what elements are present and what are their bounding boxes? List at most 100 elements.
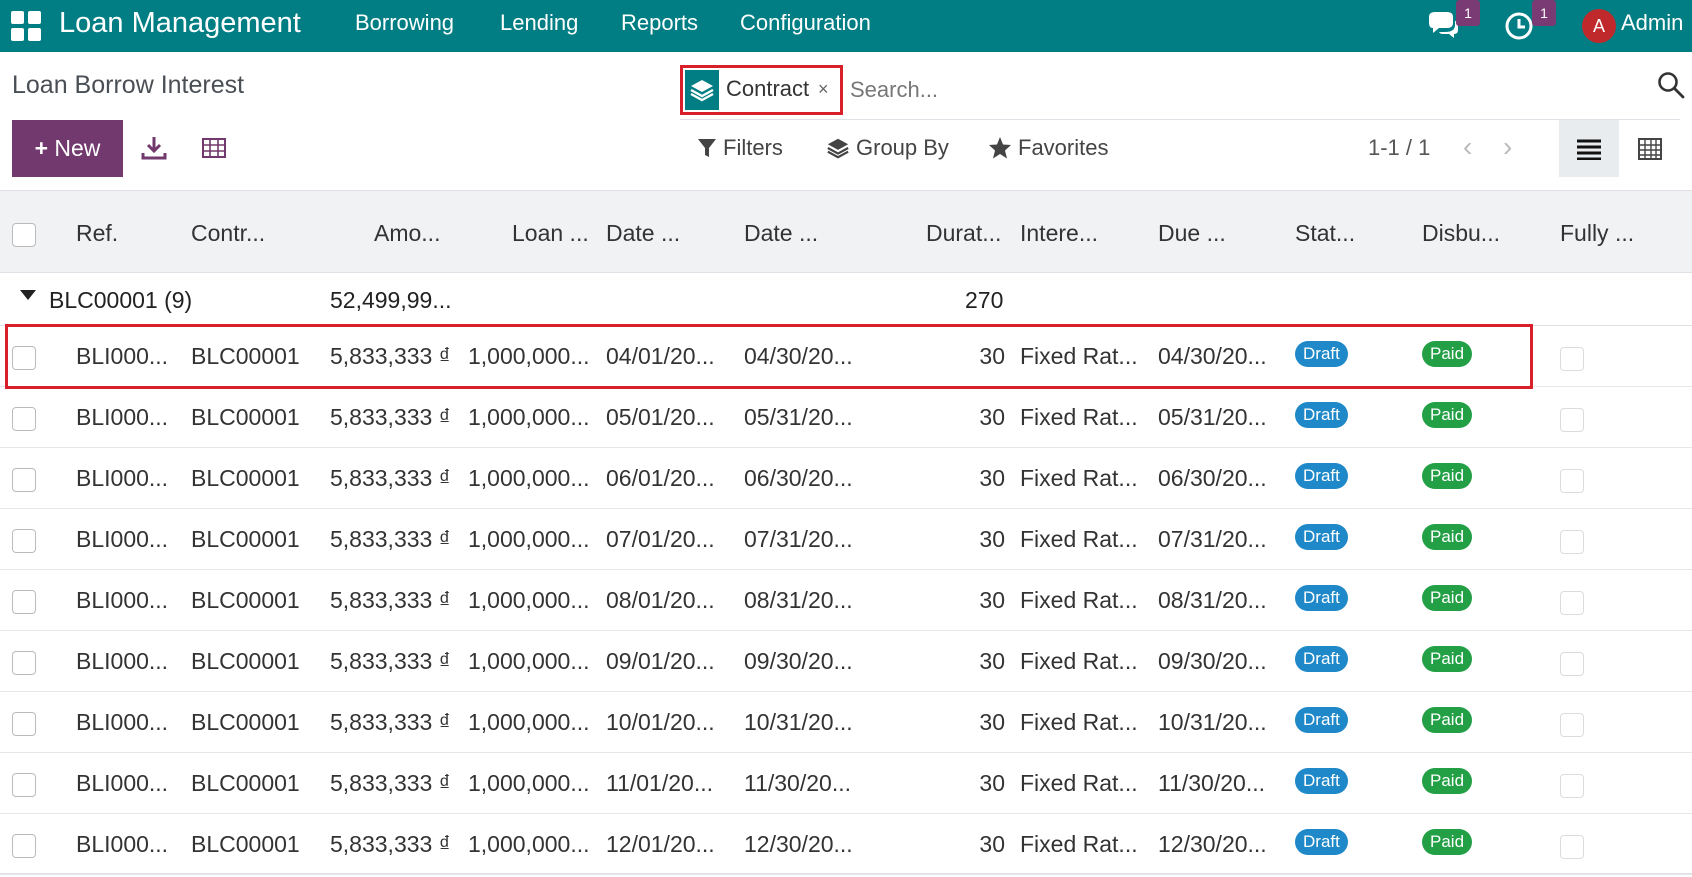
- cell-ref: BLI000...: [76, 587, 169, 613]
- list-view-button[interactable]: [1559, 120, 1619, 177]
- pager-previous-icon[interactable]: ‹: [1463, 132, 1472, 162]
- cell-amount: 5,833,333 ₫: [330, 587, 451, 613]
- spreadsheet-icon[interactable]: [199, 133, 229, 163]
- cell-contract: BLC00001: [191, 587, 300, 613]
- state-badge: Draft: [1295, 768, 1348, 794]
- row-checkbox[interactable]: [12, 773, 36, 797]
- search-input[interactable]: [850, 72, 1610, 108]
- menu-lending[interactable]: Lending: [500, 9, 578, 37]
- new-button[interactable]: + New: [12, 120, 123, 177]
- user-avatar[interactable]: A: [1582, 9, 1616, 43]
- cell-duration: 30: [979, 465, 1005, 491]
- cell-duration: 30: [979, 831, 1005, 857]
- cell-loan: 1,000,000...: [468, 831, 590, 857]
- column-header-amount[interactable]: Amo...: [374, 219, 440, 247]
- pager-next-icon[interactable]: ›: [1503, 132, 1512, 162]
- cell-due: 05/31/20...: [1158, 404, 1267, 430]
- list-icon: [1577, 139, 1601, 160]
- filter-icon: [698, 139, 716, 157]
- cell-loan: 1,000,000...: [468, 770, 590, 796]
- disbursement-badge: Paid: [1422, 524, 1473, 550]
- cell-amount: 5,833,333 ₫: [330, 648, 451, 674]
- row-checkbox[interactable]: [12, 529, 36, 553]
- fully-paid-checkbox: [1560, 774, 1584, 798]
- row-checkbox[interactable]: [12, 407, 36, 431]
- cell-date-from: 12/01/20...: [606, 831, 715, 857]
- menu-configuration[interactable]: Configuration: [740, 9, 871, 37]
- search-icon[interactable]: [1656, 70, 1686, 100]
- cell-contract: BLC00001: [191, 709, 300, 735]
- cell-due: 10/31/20...: [1158, 709, 1267, 735]
- group-by-button[interactable]: Group By: [826, 134, 949, 162]
- pager-value[interactable]: 1-1 / 1: [1368, 134, 1430, 162]
- cell-due: 08/31/20...: [1158, 587, 1267, 613]
- row-checkbox[interactable]: [12, 468, 36, 492]
- disbursement-badge: Paid: [1422, 463, 1473, 489]
- table-row[interactable]: BLI000... BLC00001 5,833,333 ₫ 1,000,000...…: [0, 753, 1692, 814]
- cell-due: 12/30/20...: [1158, 831, 1267, 857]
- disbursement-badge: Paid: [1422, 341, 1473, 367]
- row-checkbox[interactable]: [12, 346, 36, 370]
- table-row[interactable]: BLI000... BLC00001 5,833,333 ₫ 1,000,000...…: [0, 387, 1692, 448]
- group-amount-total: 52,499,99...: [330, 287, 452, 313]
- column-header-loan[interactable]: Loan ...: [512, 219, 589, 247]
- table-row[interactable]: BLI000... BLC00001 5,833,333 ₫ 1,000,000...…: [0, 570, 1692, 631]
- menu-reports[interactable]: Reports: [621, 9, 698, 37]
- apps-grid-icon[interactable]: [11, 11, 41, 41]
- cell-due: 04/30/20...: [1158, 343, 1267, 369]
- cell-contract: BLC00001: [191, 770, 300, 796]
- facet-label: Contract: [726, 76, 810, 101]
- state-badge: Draft: [1295, 402, 1348, 428]
- user-name[interactable]: Admin: [1621, 9, 1683, 37]
- app-title[interactable]: Loan Management: [59, 6, 301, 40]
- row-checkbox[interactable]: [12, 590, 36, 614]
- column-header-fully[interactable]: Fully ...: [1560, 219, 1634, 247]
- fully-paid-checkbox: [1560, 347, 1584, 371]
- table-row[interactable]: BLI000... BLC00001 5,833,333 ₫ 1,000,000...…: [0, 814, 1692, 875]
- column-header-due[interactable]: Due ...: [1158, 219, 1226, 247]
- table-row[interactable]: BLI000... BLC00001 5,833,333 ₫ 1,000,000...…: [0, 692, 1692, 753]
- cell-loan: 1,000,000...: [468, 648, 590, 674]
- column-header-ref[interactable]: Ref.: [76, 219, 118, 247]
- cell-interest: Fixed Rat...: [1020, 587, 1138, 613]
- breadcrumb-title: Loan Borrow Interest: [12, 71, 245, 99]
- filters-button[interactable]: Filters: [697, 134, 783, 162]
- cell-ref: BLI000...: [76, 770, 169, 796]
- state-badge: Draft: [1295, 341, 1348, 367]
- cell-date-to: 05/31/20...: [744, 404, 853, 430]
- row-checkbox[interactable]: [12, 651, 36, 675]
- table-row[interactable]: BLI000... BLC00001 5,833,333 ₫ 1,000,000...…: [0, 326, 1692, 387]
- table-row[interactable]: BLI000... BLC00001 5,833,333 ₫ 1,000,000...…: [0, 448, 1692, 509]
- favorites-button[interactable]: Favorites: [988, 134, 1108, 162]
- select-all-checkbox[interactable]: [12, 223, 36, 247]
- pivot-view-button[interactable]: [1620, 120, 1680, 177]
- row-checkbox[interactable]: [12, 712, 36, 736]
- caret-down-icon[interactable]: [20, 290, 36, 300]
- column-header-interest[interactable]: Intere...: [1020, 219, 1098, 247]
- cell-date-to: 04/30/20...: [744, 343, 853, 369]
- column-header-date-from[interactable]: Date ...: [606, 219, 680, 247]
- menu-borrowing[interactable]: Borrowing: [355, 9, 454, 37]
- cell-date-to: 08/31/20...: [744, 587, 853, 613]
- column-header-disbursement[interactable]: Disbu...: [1422, 219, 1500, 247]
- group-row-contract[interactable]: BLC00001 (9) 52,499,99... 270: [0, 273, 1692, 326]
- disbursement-badge: Paid: [1422, 829, 1473, 855]
- column-header-duration[interactable]: Durat...: [926, 219, 1001, 247]
- column-header-date-to[interactable]: Date ...: [744, 219, 818, 247]
- fully-paid-checkbox: [1560, 713, 1584, 737]
- download-icon[interactable]: [139, 133, 169, 163]
- fully-paid-checkbox: [1560, 835, 1584, 859]
- column-header-contract[interactable]: Contr...: [191, 219, 265, 247]
- search-facet-contract[interactable]: Contract ×: [680, 65, 843, 115]
- table-row[interactable]: BLI000... BLC00001 5,833,333 ₫ 1,000,000...…: [0, 631, 1692, 692]
- cell-duration: 30: [979, 648, 1005, 674]
- table-row[interactable]: BLI000... BLC00001 5,833,333 ₫ 1,000,000...…: [0, 509, 1692, 570]
- cell-amount: 5,833,333 ₫: [330, 343, 451, 369]
- facet-remove-icon[interactable]: ×: [818, 78, 829, 100]
- cell-amount: 5,833,333 ₫: [330, 465, 451, 491]
- cell-duration: 30: [979, 587, 1005, 613]
- state-badge: Draft: [1295, 463, 1348, 489]
- column-header-state[interactable]: Stat...: [1295, 219, 1355, 247]
- cell-interest: Fixed Rat...: [1020, 709, 1138, 735]
- row-checkbox[interactable]: [12, 834, 36, 858]
